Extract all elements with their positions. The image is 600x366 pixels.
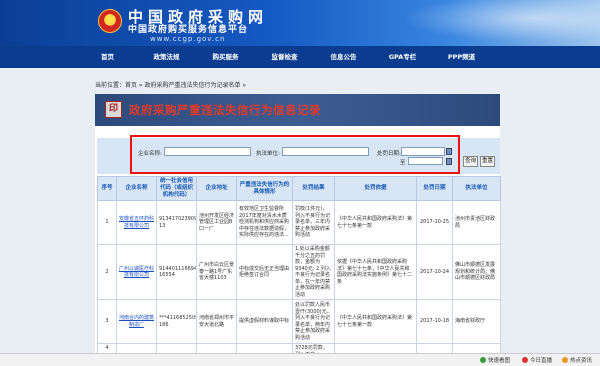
nav-services[interactable]: 购买服务 xyxy=(196,46,255,68)
cell-penalty: 1.处以采购金额千分之五的罚款，金额为9340元; 2.列入不良行为记录名单，在… xyxy=(292,244,335,300)
cell-basis: 《中华人民共和国政府采购法》第七十七条第一款 xyxy=(334,299,417,344)
cell-unit: 佛山市顺德区发展规划和统计局，佛山市顺德区财政局 xyxy=(452,244,501,300)
status-item[interactable]: 热点资讯 xyxy=(562,356,592,364)
col-header: 企业地址 xyxy=(196,176,237,201)
nav-ppp[interactable]: PPP频道 xyxy=(432,46,491,68)
cell-credit-code: ***4116852509 186 xyxy=(156,299,197,344)
cell-penalty: 罚款(1件元)，列入不良行为记录名单，三年内禁止参加政府采购活动 xyxy=(292,200,335,245)
cell-penalty: 处以罚款人民币壹仟(3000)元，列入不良行为记录名单，两年内禁止参加政府采购活… xyxy=(292,299,335,344)
col-header: 执法单位 xyxy=(452,176,501,201)
company-link[interactable]: 安徽省五环药科技有限公司 xyxy=(116,200,157,245)
cell-index: 1 xyxy=(97,200,117,245)
highlight-box xyxy=(130,135,460,174)
cell-index: 2 xyxy=(97,244,117,300)
cell-index: 3 xyxy=(97,299,117,344)
col-header: 企业名称 xyxy=(116,176,157,201)
col-header: 序号 xyxy=(97,176,117,201)
col-header: 处罚结果 xyxy=(292,176,335,201)
cell-address: 河南省郑州市平安大道北路 xyxy=(196,299,237,344)
table-row: 3 河南合内的建筑制造厂 ***4116852509 186 河南省郑州市平安大… xyxy=(97,299,501,344)
search-button[interactable]: 查询 xyxy=(463,156,478,167)
status-icon xyxy=(522,357,528,363)
cell-date: 2017-10-18 xyxy=(416,299,453,344)
browser-status-bar: 快速看图 今日直播 热点资讯 xyxy=(0,353,600,366)
col-header: 严重违法失信行为的具体情形 xyxy=(236,176,293,201)
header-sky-decoration xyxy=(380,0,600,46)
site-subtitle: 中国政府购买服务信息平台 xyxy=(128,25,249,35)
table-header-row: 序号 企业名称 统一社会信用代码（或组织机构代码） 企业地址 严重违法失信行为的… xyxy=(97,176,501,201)
cell-violation: 有效地区卫生监督所2017年度对清水水质检测机构和供应商采购中存在违法数据造假，… xyxy=(236,200,293,245)
table-row: 1 安徽省五环药科技有限公司 91341702390929216 13 池州开发… xyxy=(97,200,501,245)
status-item[interactable]: 快速看图 xyxy=(480,356,510,364)
seal-icon: 印 xyxy=(105,101,122,118)
status-icon xyxy=(562,357,568,363)
col-header: 统一社会信用代码（或组织机构代码） xyxy=(156,176,197,201)
cell-violation: 中标成交后无正当理由拒绝签订合同 xyxy=(236,244,293,300)
status-icon xyxy=(480,357,486,363)
col-header: 处罚日期 xyxy=(416,176,453,201)
company-link[interactable]: 河南合内的建筑制造厂 xyxy=(116,299,157,344)
page-title: 政府采购严重违法失信行为信息记录 xyxy=(129,103,321,117)
breadcrumb[interactable]: 当前位置：首页 » 政府采购严重违法失信行为记录名单 » xyxy=(95,80,246,89)
national-emblem-icon xyxy=(98,9,122,33)
cell-date: 2017-10-24 xyxy=(416,244,453,300)
nav-supervision[interactable]: 监督检查 xyxy=(255,46,314,68)
status-item[interactable]: 今日直播 xyxy=(522,356,552,364)
site-url: www.ccgp.gov.cn xyxy=(150,35,226,43)
company-link[interactable]: 广州以诚医疗科技有限公司 xyxy=(116,244,157,300)
site-header: 中国政府采购网 中国政府购买服务信息平台 www.ccgp.gov.cn xyxy=(0,0,600,46)
nav-home[interactable]: 首页 xyxy=(78,46,137,68)
cell-address: 广州市白云区景泰一路1号广东省大楼1103 xyxy=(196,244,237,300)
reset-button[interactable]: 重置 xyxy=(480,156,495,167)
cell-date: 2017-10-25 xyxy=(416,200,453,245)
cell-unit: 海南省财政厅 xyxy=(452,299,501,344)
cell-credit-code: 91440111669424 16554 xyxy=(156,244,197,300)
cell-violation: 提供虚假材料谋取中标 xyxy=(236,299,293,344)
cell-credit-code: 91341702390929216 13 xyxy=(156,200,197,245)
page-banner: 印 政府采购严重违法失信行为信息记录 xyxy=(95,94,500,126)
nav-announcements[interactable]: 信息公告 xyxy=(314,46,373,68)
table-row: 2 广州以诚医疗科技有限公司 91440111669424 16554 广州市白… xyxy=(97,244,501,300)
cell-basis: 依据《中华人民共和国政府采购法》第七十七条，《中华人民共和国政府采购法实施条例》… xyxy=(334,244,417,300)
col-header: 处罚依据 xyxy=(334,176,417,201)
cell-basis: 《中华人民共和国政府采购法》第七十七条第一款 xyxy=(334,200,417,245)
cell-address: 池州开发区经济管理区工业园B口一厂 xyxy=(196,200,237,245)
nav-gpa[interactable]: GPA专栏 xyxy=(373,46,432,68)
cell-unit: 池州市贵池区财政局 xyxy=(452,200,501,245)
main-nav: 首页 政策法规 购买服务 监督检查 信息公告 GPA专栏 PPP频道 xyxy=(0,46,600,68)
nav-policy[interactable]: 政策法规 xyxy=(137,46,196,68)
records-table: 序号 企业名称 统一社会信用代码（或组织机构代码） 企业地址 严重违法失信行为的… xyxy=(97,176,501,364)
side-margin xyxy=(500,126,600,366)
